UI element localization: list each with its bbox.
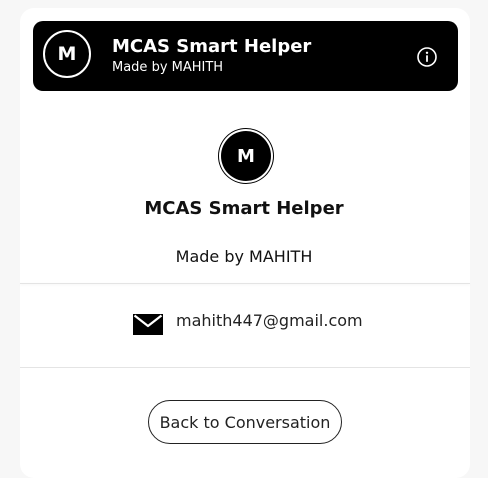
profile-name: MCAS Smart Helper	[144, 198, 344, 219]
divider	[20, 367, 470, 368]
profile-credit: Made by MAHITH	[175, 247, 313, 266]
header-title: MCAS Smart Helper	[112, 36, 312, 57]
chat-header: M MCAS Smart Helper Made by MAHITH	[33, 21, 458, 91]
back-to-conversation-button[interactable]: Back to Conversation	[148, 400, 342, 444]
info-icon[interactable]	[416, 46, 438, 68]
header-avatar: M	[43, 30, 91, 78]
envelope-icon	[133, 314, 163, 335]
divider	[20, 283, 470, 284]
profile-avatar: M	[221, 131, 271, 181]
contact-email[interactable]: mahith447@gmail.com	[176, 310, 363, 332]
header-subtitle: Made by MAHITH	[112, 60, 224, 75]
